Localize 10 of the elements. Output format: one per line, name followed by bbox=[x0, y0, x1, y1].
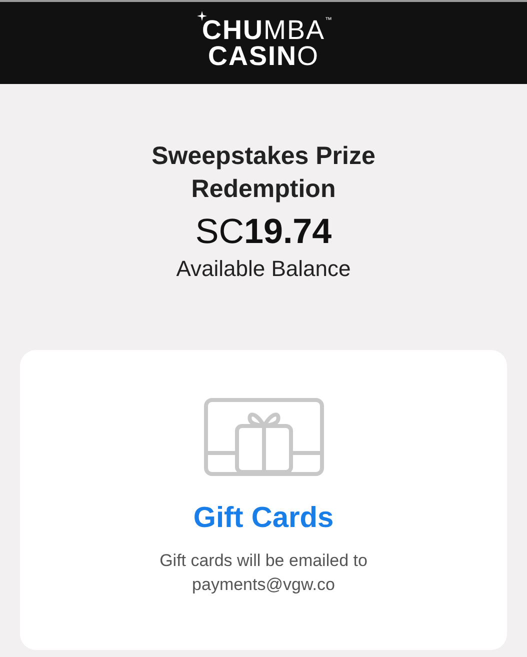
card-title: Gift Cards bbox=[193, 502, 334, 535]
logo-text: CHUMBA bbox=[202, 17, 325, 43]
balance-label: Available Balance bbox=[176, 256, 351, 282]
sparkle-icon bbox=[196, 11, 207, 21]
card-description: Gift cards will be emailed to payments@vgw.co bbox=[158, 550, 368, 596]
logo-text: CASINO bbox=[208, 43, 319, 69]
gift-card-option[interactable]: Gift Cards Gift cards will be emailed to payments@vgw.co bbox=[20, 350, 507, 650]
page-title: Sweepstakes Prize Redemption bbox=[150, 141, 376, 205]
balance-amount: SC19.74 bbox=[195, 212, 332, 252]
gift-card-icon bbox=[204, 398, 324, 476]
